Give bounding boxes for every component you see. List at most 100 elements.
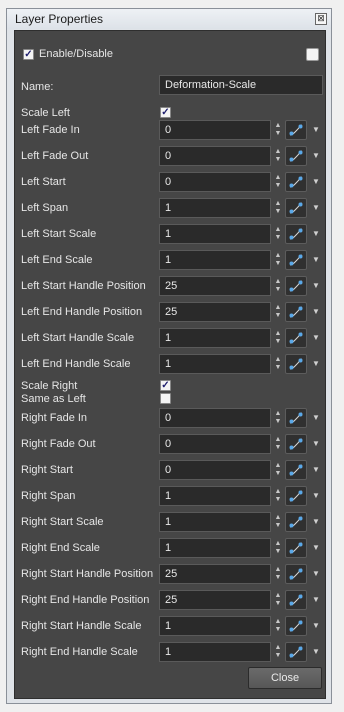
left-fade-out-field[interactable]: 0 <box>159 146 271 166</box>
function-curve-icon[interactable] <box>285 198 307 218</box>
function-curve-icon[interactable] <box>285 328 307 348</box>
function-curve-icon[interactable] <box>285 146 307 166</box>
function-curve-icon[interactable] <box>285 172 307 192</box>
function-curve-icon[interactable] <box>285 486 307 506</box>
spinner-arrows-icon[interactable]: ▲ ▼ <box>273 328 283 348</box>
left-start-field[interactable]: 0 <box>159 172 271 192</box>
chevron-down-icon[interactable]: ▼ <box>312 250 320 270</box>
chevron-down-icon[interactable]: ▼ <box>312 408 320 428</box>
chevron-down-icon[interactable]: ▼ <box>312 616 320 636</box>
function-curve-icon[interactable] <box>285 538 307 558</box>
function-curve-icon[interactable] <box>285 276 307 296</box>
left-start-handle-scale-field[interactable]: 1 <box>159 328 271 348</box>
enable-checkbox[interactable]: ✓ <box>23 49 34 60</box>
right-start-scale-field[interactable]: 1 <box>159 512 271 532</box>
scale-left-checkbox[interactable]: ✓ <box>160 107 171 118</box>
function-curve-icon[interactable] <box>285 590 307 610</box>
chevron-down-icon[interactable]: ▼ <box>312 198 320 218</box>
scale-right-checkbox[interactable]: ✓ <box>160 380 171 391</box>
chevron-down-icon[interactable]: ▼ <box>312 460 320 480</box>
chevron-down-icon[interactable]: ▼ <box>312 354 320 374</box>
function-curve-icon[interactable] <box>285 354 307 374</box>
spinner-arrows-icon[interactable]: ▲ ▼ <box>273 616 283 636</box>
function-curve-icon[interactable] <box>285 434 307 454</box>
spinner-arrows-icon[interactable]: ▲ ▼ <box>273 276 283 296</box>
right-span-field[interactable]: 1 <box>159 486 271 506</box>
spinner-arrows-icon[interactable]: ▲ ▼ <box>273 460 283 480</box>
chevron-down-icon[interactable]: ▼ <box>312 590 320 610</box>
chevron-down-icon[interactable]: ▼ <box>312 512 320 532</box>
spinner-arrows-icon[interactable]: ▲ ▼ <box>273 120 283 140</box>
right-start-handle-position-field[interactable]: 25 <box>159 564 271 584</box>
close-button[interactable]: Close <box>248 667 322 689</box>
spinner-arrows-icon[interactable]: ▲ ▼ <box>273 408 283 428</box>
right-end-handle-position-field[interactable]: 25 <box>159 590 271 610</box>
right-end-handle-scale-field[interactable]: 1 <box>159 642 271 662</box>
spinner-arrows-icon[interactable]: ▲ ▼ <box>273 564 283 584</box>
spinner-arrows-icon[interactable]: ▲ ▼ <box>273 146 283 166</box>
right-start-handle-scale-label: Right Start Handle Scale <box>21 620 142 632</box>
right-fade-out-field[interactable]: 0 <box>159 434 271 454</box>
left-start-label: Left Start <box>21 176 66 188</box>
function-curve-icon[interactable] <box>285 224 307 244</box>
chevron-down-icon[interactable]: ▼ <box>312 120 320 140</box>
chevron-down-icon[interactable]: ▼ <box>312 564 320 584</box>
spinner-arrows-icon[interactable]: ▲ ▼ <box>273 172 283 192</box>
right-start-handle-scale-field[interactable]: 1 <box>159 616 271 636</box>
color-swatch-checkbox[interactable] <box>306 48 319 61</box>
title-bar: Layer Properties ⊠ <box>7 9 331 29</box>
scale-right-label: Scale Right <box>21 380 78 392</box>
function-curve-icon[interactable] <box>285 408 307 428</box>
spinner-arrows-icon[interactable]: ▲ ▼ <box>273 250 283 270</box>
chevron-down-icon[interactable]: ▼ <box>312 276 320 296</box>
spinner-arrows-icon[interactable]: ▲ ▼ <box>273 198 283 218</box>
chevron-down-icon[interactable]: ▼ <box>312 302 320 322</box>
chevron-down-icon[interactable]: ▼ <box>312 146 320 166</box>
function-curve-icon[interactable] <box>285 512 307 532</box>
function-curve-icon[interactable] <box>285 120 307 140</box>
spinner-arrows-icon[interactable]: ▲ ▼ <box>273 354 283 374</box>
spinner-arrows-icon[interactable]: ▲ ▼ <box>273 512 283 532</box>
spinner-arrows-icon[interactable]: ▲ ▼ <box>273 434 283 454</box>
right-end-scale-label: Right End Scale <box>21 542 100 554</box>
spinner-arrows-icon[interactable]: ▲ ▼ <box>273 224 283 244</box>
left-fade-in-label: Left Fade In <box>21 124 80 136</box>
spinner-arrows-icon[interactable]: ▲ ▼ <box>273 302 283 322</box>
name-field[interactable]: Deformation-Scale <box>159 75 323 95</box>
spinner-arrows-icon[interactable]: ▲ ▼ <box>273 590 283 610</box>
chevron-down-icon[interactable]: ▼ <box>312 538 320 558</box>
right-end-handle-position-label: Right End Handle Position <box>21 594 150 606</box>
left-span-field[interactable]: 1 <box>159 198 271 218</box>
function-curve-icon[interactable] <box>285 564 307 584</box>
right-fade-in-label: Right Fade In <box>21 412 88 424</box>
same-as-left-checkbox[interactable] <box>160 393 171 404</box>
function-curve-icon[interactable] <box>285 250 307 270</box>
left-start-scale-label: Left Start Scale <box>21 228 97 240</box>
left-start-handle-position-label: Left Start Handle Position <box>21 280 146 292</box>
chevron-down-icon[interactable]: ▼ <box>312 328 320 348</box>
right-start-field[interactable]: 0 <box>159 460 271 480</box>
close-window-icon[interactable]: ⊠ <box>315 13 327 25</box>
left-start-handle-position-field[interactable]: 25 <box>159 276 271 296</box>
chevron-down-icon[interactable]: ▼ <box>312 434 320 454</box>
right-end-scale-field[interactable]: 1 <box>159 538 271 558</box>
left-end-scale-field[interactable]: 1 <box>159 250 271 270</box>
right-start-scale-label: Right Start Scale <box>21 516 104 528</box>
left-end-handle-scale-field[interactable]: 1 <box>159 354 271 374</box>
chevron-down-icon[interactable]: ▼ <box>312 486 320 506</box>
spinner-arrows-icon[interactable]: ▲ ▼ <box>273 642 283 662</box>
chevron-down-icon[interactable]: ▼ <box>312 224 320 244</box>
chevron-down-icon[interactable]: ▼ <box>312 172 320 192</box>
left-start-scale-field[interactable]: 1 <box>159 224 271 244</box>
function-curve-icon[interactable] <box>285 460 307 480</box>
function-curve-icon[interactable] <box>285 642 307 662</box>
left-end-handle-position-field[interactable]: 25 <box>159 302 271 322</box>
function-curve-icon[interactable] <box>285 616 307 636</box>
left-end-handle-scale-label: Left End Handle Scale <box>21 358 131 370</box>
right-fade-in-field[interactable]: 0 <box>159 408 271 428</box>
left-fade-in-field[interactable]: 0 <box>159 120 271 140</box>
spinner-arrows-icon[interactable]: ▲ ▼ <box>273 538 283 558</box>
spinner-arrows-icon[interactable]: ▲ ▼ <box>273 486 283 506</box>
chevron-down-icon[interactable]: ▼ <box>312 642 320 662</box>
function-curve-icon[interactable] <box>285 302 307 322</box>
